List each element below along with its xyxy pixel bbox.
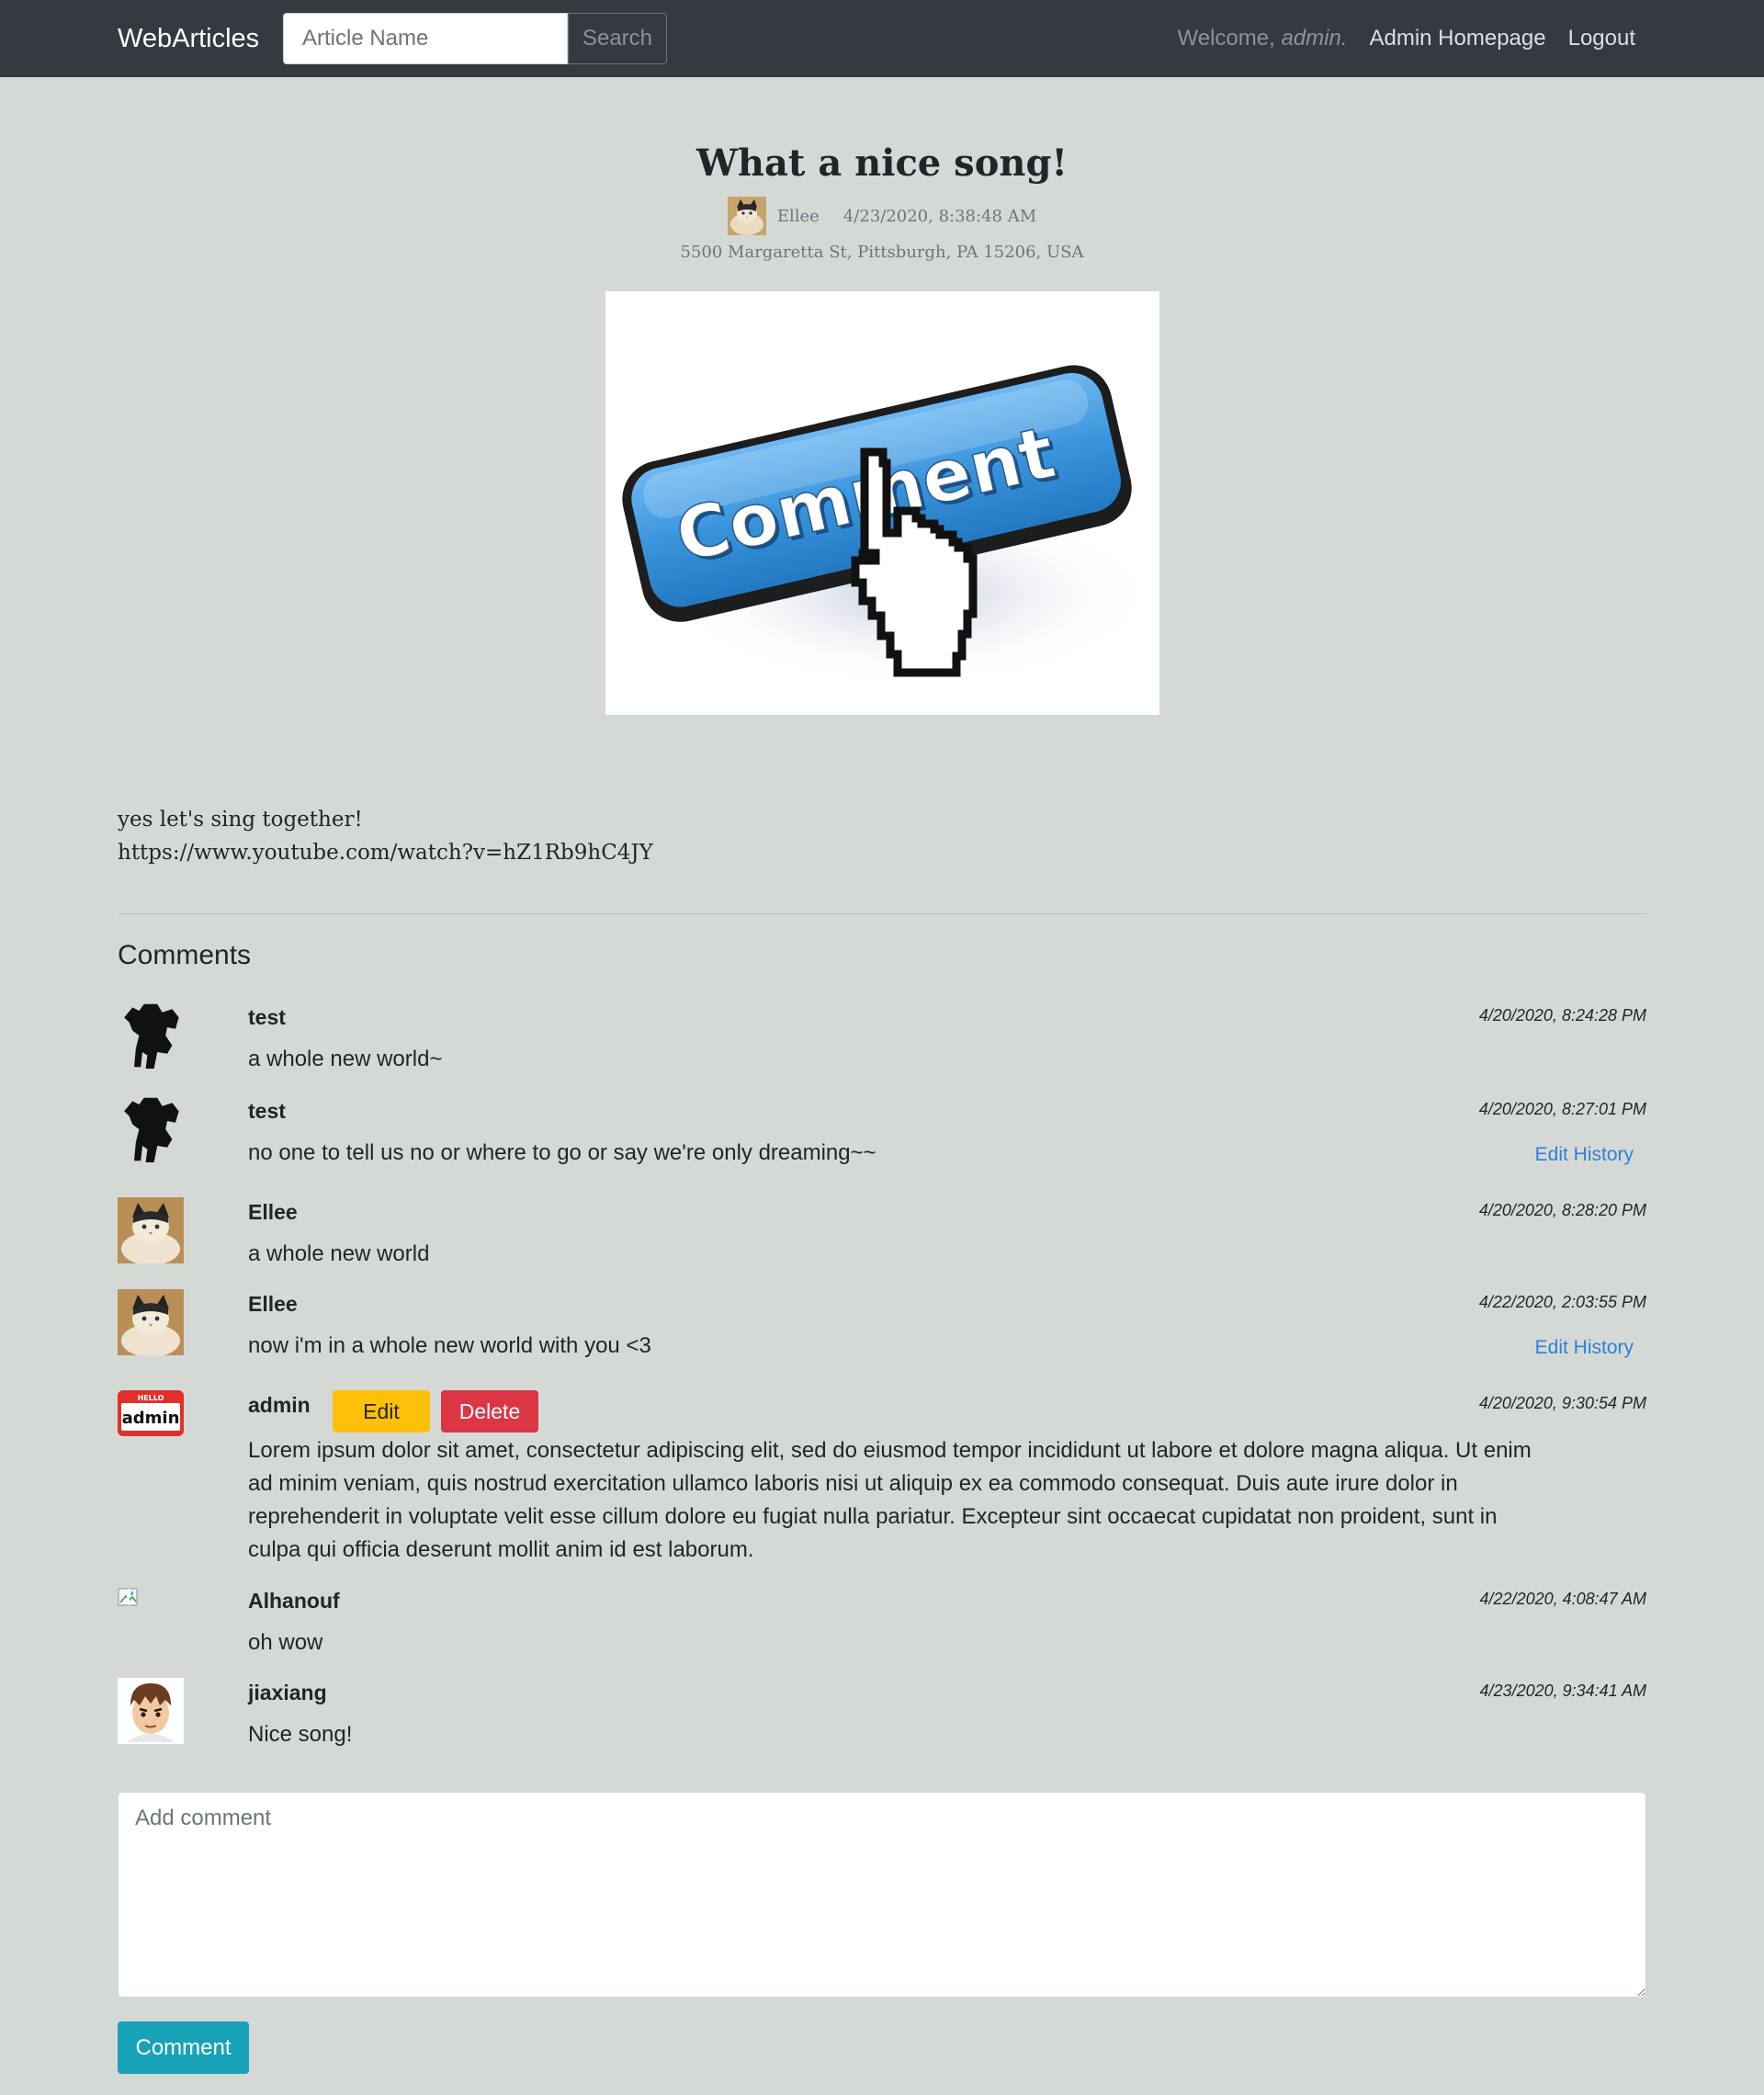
comment-text: a whole new world~ <box>248 1047 443 1071</box>
article-title: What a nice song! <box>696 142 1068 185</box>
cartoon-boy-icon <box>118 1678 184 1744</box>
submit-comment-button[interactable]: Comment <box>118 2021 249 2074</box>
comment-text: Lorem ipsum dolor sit amet, consectetur … <box>248 1438 1532 1562</box>
article-date: 4/23/2020, 8:38:48 AM <box>842 206 1037 226</box>
article-body: yes let's sing together! https://www.you… <box>118 803 653 869</box>
comment-author[interactable]: Ellee <box>248 1289 298 1319</box>
comment-timestamp: 4/20/2020, 9:30:54 PM <box>1478 1394 1646 1412</box>
article-address: 5500 Margaretta St, Pittsburgh, PA 15206… <box>680 243 1084 262</box>
comment-timestamp: 4/22/2020, 4:08:47 AM <box>1479 1590 1646 1608</box>
comment-timestamp: 4/20/2020, 8:28:20 PM <box>1478 1201 1646 1219</box>
navbar: WebArticles Search Welcome, admin. Admin… <box>0 0 1764 77</box>
article-meta: Ellee 4/23/2020, 8:38:48 AM <box>0 197 1764 235</box>
comment-author[interactable]: jiaxiang <box>248 1678 327 1707</box>
badge-admin-text: admin <box>122 1409 180 1428</box>
welcome-user: admin. <box>1281 26 1348 51</box>
strongman-silhouette-icon <box>124 1097 179 1162</box>
search-input[interactable] <box>283 13 568 64</box>
comment-author[interactable]: Ellee <box>248 1197 298 1227</box>
comment-timestamp: 4/20/2020, 8:24:28 PM <box>1478 1006 1646 1025</box>
comment-author[interactable]: admin <box>248 1390 311 1420</box>
nav-right: Welcome, admin. Admin Homepage Logout <box>1178 20 1635 57</box>
comment-author[interactable]: test <box>248 1002 286 1032</box>
delete-comment-button[interactable]: Delete <box>441 1390 538 1433</box>
welcome-text: Welcome, admin. <box>1178 20 1348 57</box>
comment-text: no one to tell us no or where to go or s… <box>248 1140 876 1165</box>
cat-photo-icon <box>118 1197 184 1263</box>
welcome-prefix: Welcome, <box>1177 26 1282 51</box>
comment-timestamp: 4/20/2020, 8:27:01 PM <box>1478 1100 1646 1118</box>
article-body-link: https://www.youtube.com/watch?v=hZ1Rb9hC… <box>118 841 653 865</box>
comment-text: now i'm in a whole new world with you <3 <box>248 1333 651 1358</box>
broken-image-icon <box>118 1588 138 1606</box>
article-image: Comment Comment <box>605 291 1159 715</box>
comment-author[interactable]: Alhanouf <box>248 1586 340 1615</box>
comment-text: Nice song! <box>248 1722 353 1747</box>
comment-text: a whole new world <box>248 1241 430 1266</box>
edit-comment-button[interactable]: Edit <box>333 1390 430 1433</box>
comment-timestamp: 4/22/2020, 2:03:55 PM <box>1478 1293 1646 1311</box>
comments-heading: Comments <box>118 940 252 970</box>
strongman-silhouette-icon <box>124 1003 179 1069</box>
section-divider <box>118 913 1646 914</box>
hello-admin-badge-icon: HELLO admin <box>118 1390 184 1436</box>
cat-photo-icon <box>118 1289 184 1355</box>
edit-history-link[interactable]: Edit History <box>1535 1337 1634 1359</box>
admin-homepage-link[interactable]: Admin Homepage <box>1369 20 1545 57</box>
article-author[interactable]: Ellee <box>777 207 820 226</box>
comment-text: oh wow <box>248 1630 323 1655</box>
badge-hello-text: HELLO <box>138 1394 164 1402</box>
search-button[interactable]: Search <box>568 13 667 64</box>
brand-link[interactable]: WebArticles <box>118 18 259 59</box>
article-body-line: yes let's sing together! <box>118 808 363 832</box>
comment-button-illustration-icon: Comment Comment <box>622 365 1157 686</box>
logout-link[interactable]: Logout <box>1568 20 1635 57</box>
comment-timestamp: 4/23/2020, 9:34:41 AM <box>1479 1682 1646 1700</box>
edit-history-link[interactable]: Edit History <box>1535 1144 1634 1166</box>
comment-author[interactable]: test <box>248 1096 286 1126</box>
author-cat-avatar-icon <box>727 197 766 235</box>
add-comment-textarea[interactable] <box>118 1792 1646 1998</box>
